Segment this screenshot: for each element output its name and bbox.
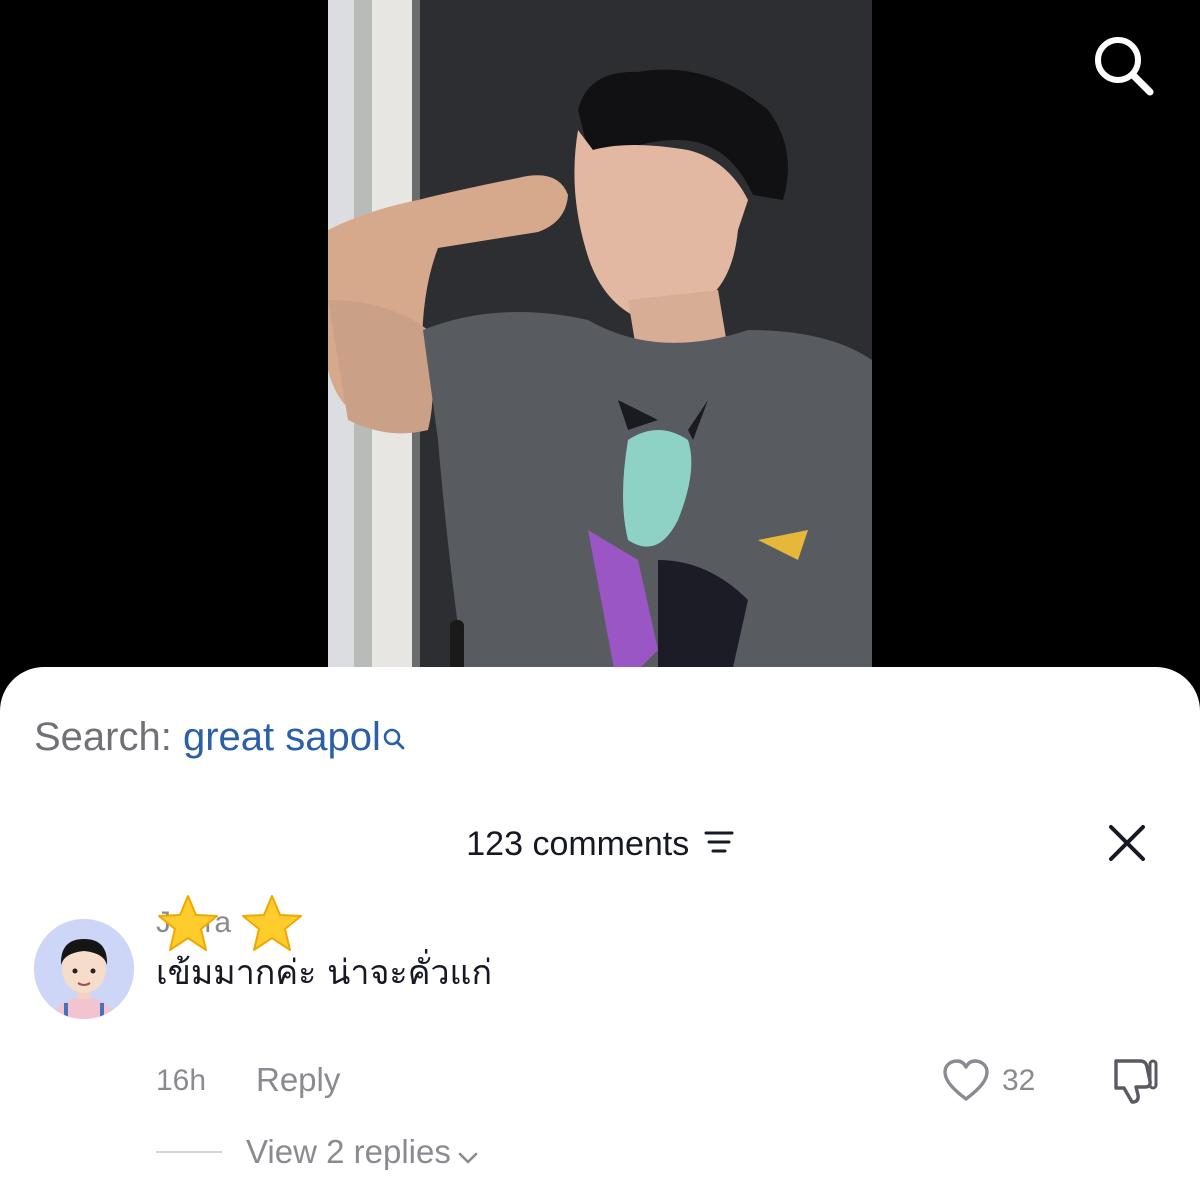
comments-count: 123 comments — [466, 825, 690, 863]
replies-divider — [156, 1151, 222, 1153]
like-count: 32 — [1002, 1064, 1036, 1097]
comment-timestamp: 16h — [156, 1064, 207, 1097]
search-suggestion-link[interactable]: great sapol — [183, 715, 381, 759]
view-replies-label: View 2 replies — [246, 1133, 451, 1170]
video-player[interactable] — [0, 0, 1200, 700]
reply-button[interactable]: Reply — [256, 1061, 340, 1099]
star-emoji-icon — [158, 895, 302, 951]
chevron-down-icon — [457, 1135, 479, 1173]
search-small-icon — [383, 715, 405, 763]
search-icon[interactable] — [1088, 30, 1158, 100]
search-suggestion[interactable]: Search: great sapol — [34, 713, 405, 763]
thumbs-down-icon[interactable] — [1108, 1057, 1158, 1105]
heart-icon[interactable] — [942, 1059, 990, 1103]
comments-sheet: Search: great sapol 123 comments เข้มมาก… — [0, 667, 1200, 1195]
comments-header: 123 comments — [0, 820, 1200, 868]
video-frame[interactable] — [328, 0, 872, 700]
sort-lines-icon[interactable] — [704, 829, 734, 860]
avatar[interactable] — [34, 919, 134, 1019]
close-icon[interactable] — [1106, 822, 1148, 864]
video-still-image — [328, 0, 872, 700]
comment-text: เข้มมากค่ะ น่าจะคั่วแก่ — [156, 953, 493, 993]
view-replies-button[interactable]: View 2 replies — [246, 1133, 479, 1173]
comment-item: Jeera เข้มมากค่ะ น่าจะคั่วแก่ 16h Reply … — [0, 887, 1200, 1187]
search-prefix-label: Search: — [34, 715, 172, 759]
